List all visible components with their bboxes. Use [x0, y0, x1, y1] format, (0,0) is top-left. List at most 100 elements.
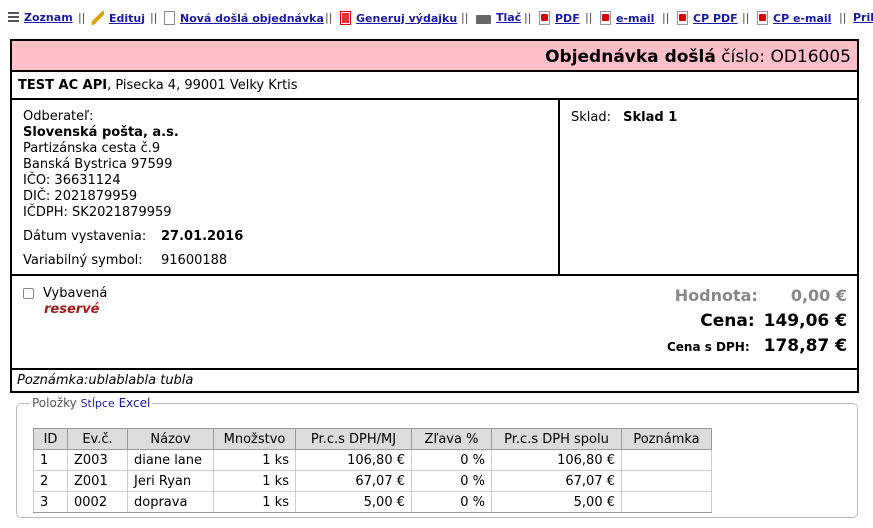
- reserve-status: reservé: [44, 302, 100, 317]
- toolbar-zoznam-link[interactable]: Zoznam: [8, 11, 73, 24]
- toolbar-pdf-link[interactable]: PDF: [539, 11, 580, 25]
- column-header-ev[interactable]: Ev.č.: [67, 428, 128, 450]
- cell-discount: 0 %: [411, 491, 492, 513]
- warehouse-block: Sklad: Sklad 1: [560, 100, 857, 276]
- customer-dic: DIČ: 2021879959: [23, 189, 138, 204]
- cell-ev: 0002: [67, 491, 128, 513]
- cell-qty: 1 ks: [213, 449, 296, 471]
- separator: ||: [524, 11, 532, 24]
- generate-icon: [340, 11, 351, 25]
- customer-ico: IČO: 36631124: [23, 173, 121, 188]
- cell-qty: 1 ks: [213, 491, 296, 513]
- price-vat-total-row: Cena s DPH: 178,87 €: [667, 336, 847, 356]
- separator: ||: [742, 11, 750, 24]
- cell-unit-price: 67,07 €: [295, 470, 412, 492]
- toolbar-generate-issue-link[interactable]: Generuj výdajku: [340, 11, 457, 25]
- cell-name: diane lane: [127, 449, 214, 471]
- items-table: ID Ev.č. Názov Množstvo Pr.c.s DPH/MJ Zľ…: [33, 428, 712, 513]
- table-row[interactable]: 1 Z003 diane lane 1 ks 106,80 € 0 % 106,…: [33, 449, 712, 471]
- pdf-email-icon: [757, 11, 768, 25]
- cell-unit-price: 5,00 €: [295, 491, 412, 513]
- cell-id: 1: [33, 449, 68, 471]
- toolbar-email-link[interactable]: e-mail: [600, 11, 654, 25]
- warehouse-label: Sklad:: [571, 110, 611, 125]
- supplier-address: , Pisecka 4, 99001 Velky Krtis: [107, 78, 298, 93]
- supplier-line: TEST AC API, Pisecka 4, 99001 Velky Krti…: [12, 72, 857, 100]
- printer-icon: [476, 14, 491, 24]
- order-document: Objednávka došlá číslo: OD16005 TEST AC …: [10, 39, 859, 393]
- excel-link[interactable]: Excel: [119, 396, 151, 410]
- order-number: OD16005: [770, 47, 851, 67]
- cell-total: 67,07 €: [491, 470, 622, 492]
- cell-discount: 0 %: [411, 449, 492, 471]
- separator: ||: [461, 11, 469, 24]
- cell-name: Jeri Ryan: [127, 470, 214, 492]
- order-type-title: Objednávka došlá: [545, 47, 716, 67]
- variable-symbol-row: Variabilný symbol: 91600188: [23, 253, 558, 269]
- price-total-label: Cena:: [700, 311, 755, 331]
- separator: ||: [585, 11, 593, 24]
- separator: ||: [839, 11, 847, 24]
- cell-name: doprava: [127, 491, 214, 513]
- done-checkbox-label: Vybavená: [43, 286, 108, 301]
- cell-note: [621, 449, 712, 471]
- status-totals-block: Vybavená reservé Hodnota: 0,00 € Cena: 1…: [12, 276, 857, 370]
- toolbar-new-order-link[interactable]: Nová došlá objednávka: [164, 11, 324, 25]
- order-note: Poznámka:ublablabla tubla: [17, 373, 194, 388]
- cell-ev: Z003: [67, 449, 128, 471]
- column-header-name[interactable]: Názov: [127, 428, 214, 450]
- columns-link[interactable]: Stĺpce: [81, 397, 115, 410]
- cell-unit-price: 106,80 €: [295, 449, 412, 471]
- toolbar-attach-link[interactable]: Pril: [853, 11, 873, 24]
- cell-discount: 0 %: [411, 470, 492, 492]
- pencil-icon: [92, 11, 104, 25]
- column-header-note[interactable]: Poznámka: [621, 428, 712, 450]
- price-total-row: Cena: 149,06 €: [700, 311, 847, 331]
- table-row[interactable]: 2 Z001 Jeri Ryan 1 ks 67,07 € 0 % 67,07 …: [33, 470, 712, 492]
- issue-date-row: Dátum vystavenia: 27.01.2016: [23, 229, 558, 245]
- column-header-unit-price[interactable]: Pr.c.s DPH/MJ: [295, 428, 412, 450]
- done-checkbox[interactable]: [23, 288, 34, 299]
- pdf-email-icon: [600, 11, 611, 25]
- toolbar-cp-email-link[interactable]: CP e-mail: [757, 11, 831, 25]
- cell-note: [621, 470, 712, 492]
- table-row[interactable]: 3 0002 doprava 1 ks 5,00 € 0 % 5,00 €: [33, 491, 712, 513]
- column-header-id[interactable]: ID: [33, 428, 68, 450]
- variable-symbol-label: Variabilný symbol:: [23, 253, 143, 268]
- cell-id: 2: [33, 470, 68, 492]
- separator: ||: [150, 11, 158, 24]
- order-number-label: číslo:: [721, 47, 766, 67]
- customer-name: Slovenská pošta, a.s.: [23, 125, 179, 140]
- warehouse-value: Sklad 1: [623, 110, 678, 125]
- price-vat-total-label: Cena s DPH:: [666, 340, 750, 354]
- toolbar-edituj-link[interactable]: Edituj: [92, 11, 145, 25]
- page-title: Objednávka došlá číslo: OD16005: [545, 47, 851, 67]
- items-table-header: ID Ev.č. Názov Množstvo Pr.c.s DPH/MJ Zľ…: [33, 428, 712, 450]
- order-header: Objednávka došlá číslo: OD16005: [12, 41, 857, 72]
- value-total-row: Hodnota: 0,00 €: [675, 286, 847, 305]
- customer-label: Odberateľ:: [23, 109, 94, 124]
- new-document-icon: [164, 11, 175, 25]
- cell-total: 5,00 €: [491, 491, 622, 513]
- cell-qty: 1 ks: [213, 470, 296, 492]
- variable-symbol-value: 91600188: [161, 253, 228, 268]
- separator: ||: [662, 11, 670, 24]
- column-header-qty[interactable]: Množstvo: [213, 428, 296, 450]
- cell-total: 106,80 €: [491, 449, 622, 471]
- items-fieldset: Položky Stĺpce Excel ID Ev.č. Názov Množ…: [16, 396, 858, 518]
- customer-icdph: IČDPH: SK2021879959: [23, 205, 172, 220]
- cell-ev: Z001: [67, 470, 128, 492]
- column-header-discount[interactable]: Zľava %: [411, 428, 492, 450]
- customer-block: Odberateľ: Slovenská pošta, a.s. Partizá…: [12, 100, 560, 276]
- value-total: 0,00 €: [790, 286, 847, 305]
- items-legend-label: Položky: [32, 396, 77, 410]
- toolbar-print-link[interactable]: Tlač: [476, 11, 521, 24]
- issue-date-label: Dátum vystavenia:: [23, 229, 147, 244]
- cell-id: 3: [33, 491, 68, 513]
- list-icon: [8, 11, 19, 24]
- customer-city: Banská Bystrica 97599: [23, 157, 173, 172]
- toolbar-cp-pdf-link[interactable]: CP PDF: [677, 11, 738, 25]
- column-header-total[interactable]: Pr.c.s DPH spolu: [491, 428, 622, 450]
- cell-note: [621, 491, 712, 513]
- toolbar: Zoznam || Edituj || Nová došlá objednávk…: [0, 0, 873, 38]
